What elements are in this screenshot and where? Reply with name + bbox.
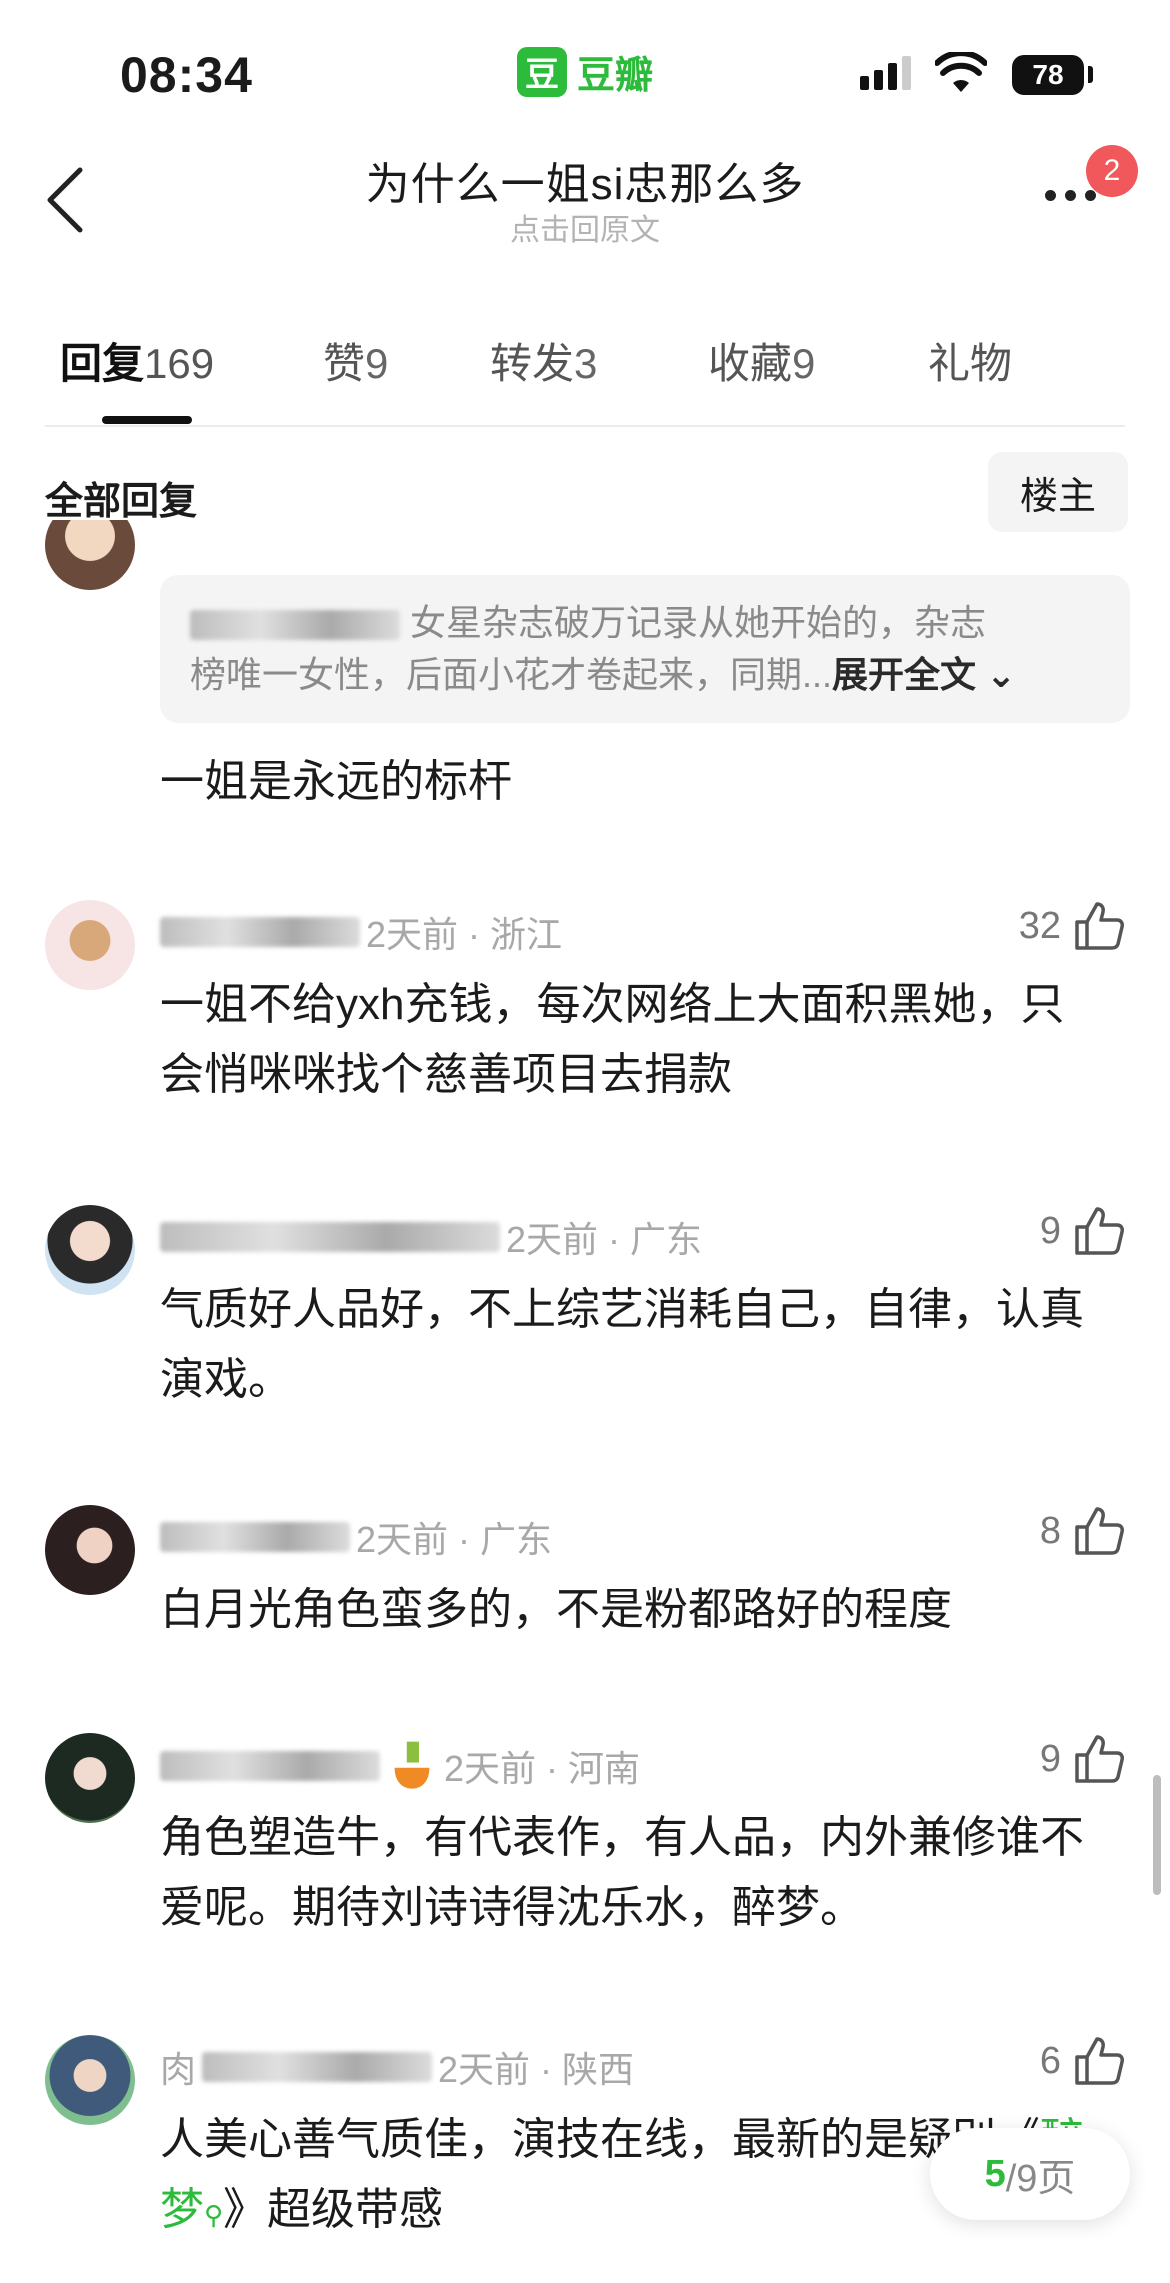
blurred-username[interactable]: [160, 917, 360, 947]
cellular-signal-icon: [860, 56, 911, 90]
like-button[interactable]: 9: [1040, 1733, 1125, 1785]
username-prefix[interactable]: 肉: [160, 2041, 196, 2093]
notification-badge: 2: [1086, 145, 1138, 197]
page-title[interactable]: 为什么一姐si忠那么多: [285, 148, 885, 212]
tab-collections[interactable]: 收藏9: [708, 330, 815, 391]
douban-logo-icon: 豆: [517, 46, 567, 97]
thumbs-up-icon: [1075, 1207, 1124, 1255]
blurred-username[interactable]: [160, 1751, 380, 1781]
app-indicator: 豆 豆瓣: [517, 44, 653, 99]
avatar[interactable]: [45, 1505, 135, 1595]
back-to-original-link[interactable]: 点击回原文: [285, 205, 885, 249]
quote-line-1: 女星杂志破万记录从她开始的，杂志: [410, 602, 987, 643]
search-icon[interactable]: ⚲: [204, 2200, 223, 2230]
comment-text: 气质好人品好，不上综艺消耗自己，自律，认真演戏。: [160, 1285, 1084, 1404]
avatar[interactable]: [45, 1205, 135, 1295]
comment-text: 角色塑造牛，有代表作，有人品，内外兼修谁不爱呢。期待刘诗诗得沈乐水，醉梦。: [160, 1813, 1084, 1932]
comment-meta: 肉 2天前 · 陕西: [160, 2041, 634, 2093]
comment-meta: 2天前 · 河南: [160, 1739, 640, 1793]
thumbs-up-icon: [1075, 1735, 1124, 1783]
avatar[interactable]: [45, 2035, 135, 2125]
divider: [45, 425, 1125, 427]
thumbs-up-icon: [1075, 1507, 1124, 1555]
like-button[interactable]: 8: [1040, 1505, 1125, 1557]
battery-icon: 78: [1012, 55, 1084, 95]
like-count: 32: [1018, 904, 1061, 947]
scrollbar[interactable]: [1153, 1775, 1161, 1895]
expand-full-text-button[interactable]: 展开全文 ⌄: [832, 654, 1016, 695]
comment-text: 白月光角色蛮多的，不是粉都路好的程度: [160, 1585, 952, 1634]
back-icon[interactable]: [40, 160, 100, 240]
more-options-icon[interactable]: [1045, 190, 1096, 201]
quoted-reply[interactable]: 女星杂志破万记录从她开始的，杂志 榜唯一女性，后面小花才卷起来，同期...展开全…: [160, 575, 1130, 723]
thumbs-up-icon: [1075, 902, 1124, 950]
tab-likes[interactable]: 赞9: [323, 330, 388, 391]
tab-replies[interactable]: 回复169: [60, 330, 214, 391]
like-button[interactable]: 6: [1040, 2035, 1125, 2087]
reply-text: 一姐是永远的标杆: [160, 757, 512, 806]
like-count: 8: [1039, 1509, 1061, 1552]
owner-only-button[interactable]: 楼主: [988, 452, 1128, 532]
like-button[interactable]: 9: [1040, 1205, 1125, 1257]
tab-gifts[interactable]: 礼物: [928, 330, 1012, 391]
comment-meta: 2天前 · 广东: [160, 1211, 702, 1263]
tab-reposts[interactable]: 转发3: [490, 330, 597, 391]
blurred-username[interactable]: [202, 2052, 433, 2082]
comment-text: 一姐不给yxh充钱，每次网络上大面积黑她，只会悄咪咪找个慈善项目去捐款: [160, 980, 1065, 1099]
status-time: 08:34: [120, 47, 253, 103]
avatar[interactable]: [45, 1733, 135, 1823]
all-replies-label: 全部回复: [45, 481, 198, 523]
comment-meta: 2天前 · 广东: [160, 1511, 552, 1563]
blurred-username[interactable]: [160, 1222, 500, 1252]
blurred-username: [190, 610, 400, 641]
active-tab-indicator: [102, 416, 192, 424]
like-count: 9: [1039, 1209, 1061, 1252]
avatar[interactable]: [45, 520, 135, 590]
status-bar: 08:34 豆 豆瓣 78: [0, 0, 1170, 130]
app-name: 豆瓣: [577, 55, 654, 97]
blurred-username[interactable]: [160, 1522, 350, 1552]
battery-tip: [1088, 66, 1093, 83]
like-count: 6: [1039, 2039, 1061, 2082]
like-count: 9: [1039, 1737, 1061, 1780]
medal-badge-icon: [394, 1741, 430, 1789]
like-button[interactable]: 32: [1019, 900, 1125, 952]
wifi-icon: [935, 52, 987, 92]
quote-line-2: 榜唯一女性，后面小花才卷起来，同期...: [190, 654, 833, 695]
comment-meta: 2天前 · 浙江: [160, 906, 562, 958]
avatar[interactable]: [45, 900, 135, 990]
thumbs-up-icon: [1075, 2037, 1124, 2085]
page-indicator[interactable]: 5/9页: [930, 2128, 1130, 2220]
